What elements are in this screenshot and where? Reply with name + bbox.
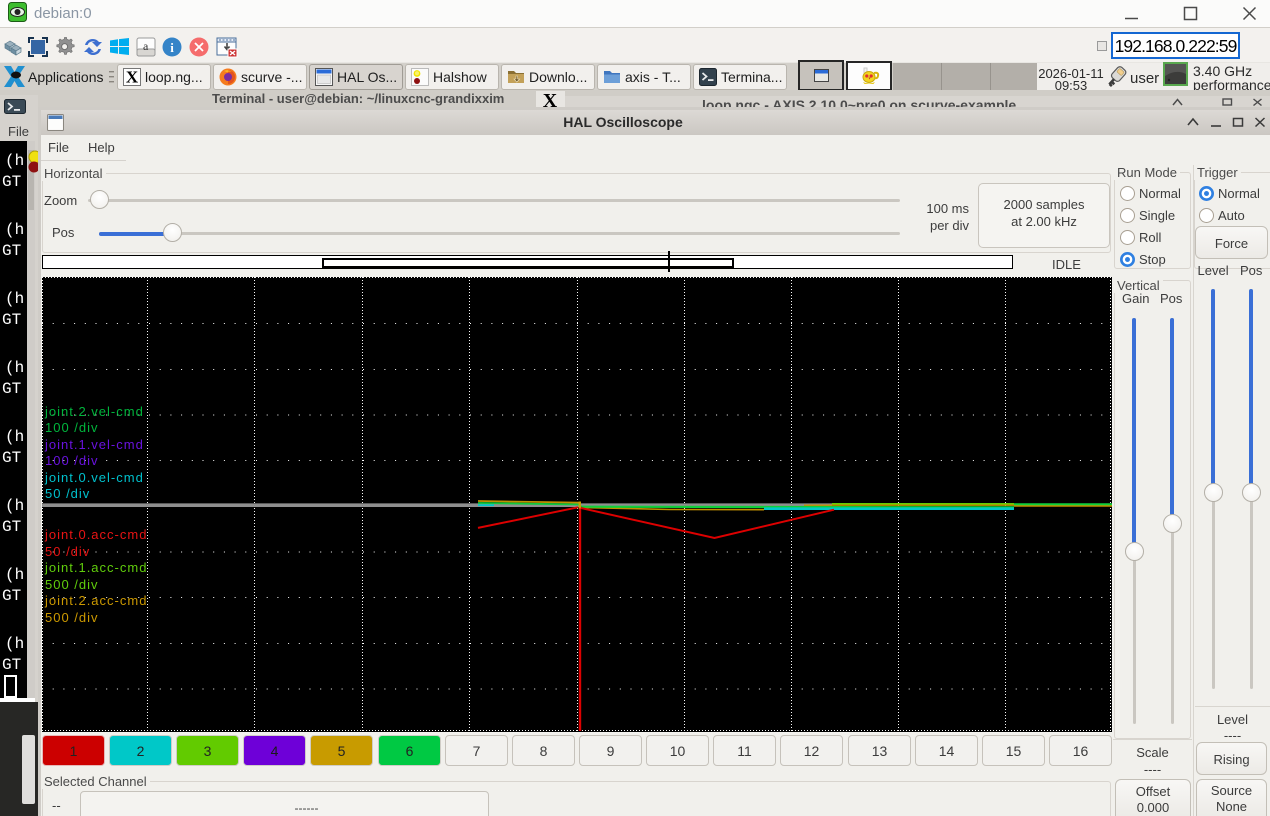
svg-text:a: a <box>143 39 149 53</box>
svg-text:X: X <box>126 68 139 86</box>
svg-text:X: X <box>543 91 558 107</box>
svg-text:i: i <box>170 40 174 55</box>
